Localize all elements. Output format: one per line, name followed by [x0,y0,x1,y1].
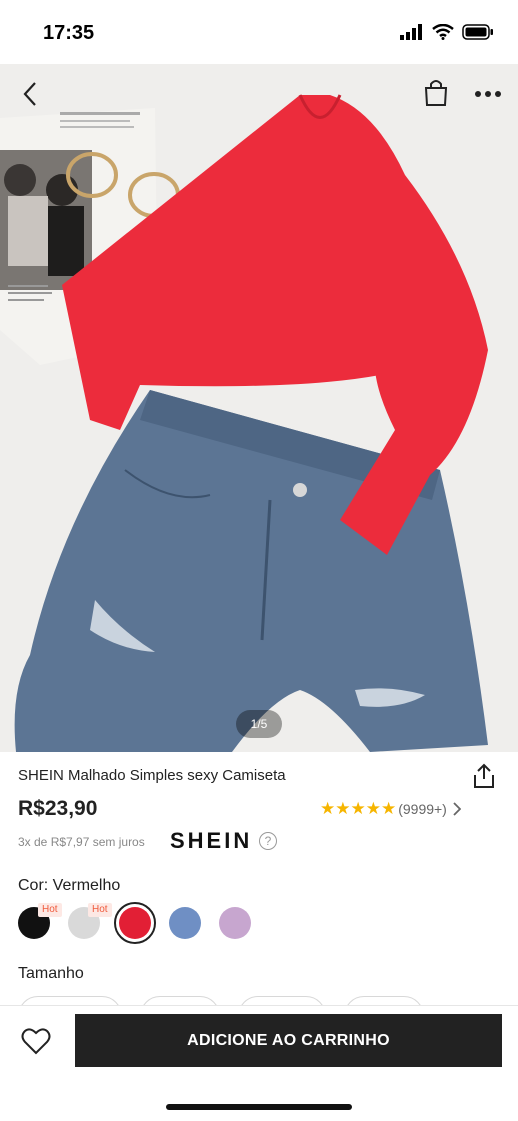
add-to-cart-button[interactable]: ADICIONE AO CARRINHO [75,1014,502,1067]
product-photo [0,94,488,752]
product-image-gallery[interactable]: 1/5 [0,64,518,752]
color-swatch-red[interactable] [114,902,156,944]
share-button[interactable] [470,762,500,790]
installments-text: 3x de R$7,97 sem juros [18,835,145,849]
status-time: 17:35 [43,22,95,44]
more-options-button[interactable] [470,78,506,110]
heart-icon [21,1028,51,1055]
rating-count: (9999+) [398,801,447,817]
battery-icon [462,24,493,40]
brand-logo: SHEIN [170,828,253,853]
rating-summary[interactable]: ★★★★★ (9999+) [320,799,461,819]
color-swatch-blue[interactable] [169,907,201,939]
size-label: Tamanho [18,965,84,982]
status-bar: 17:35 [0,0,518,64]
color-swatch-lilac[interactable] [219,907,251,939]
back-button[interactable] [14,78,46,110]
help-icon[interactable]: ? [259,832,277,850]
wifi-icon [432,24,454,40]
wishlist-button[interactable] [18,1023,54,1059]
more-icon [475,91,501,97]
share-icon [474,763,494,788]
hot-badge: Hot [38,903,62,917]
signal-icon [400,24,422,40]
product-price: R$23,90 [18,797,98,820]
status-icons [400,24,494,40]
color-label: Cor: Vermelho [18,877,121,894]
star-rating: ★★★★★ [320,799,397,818]
back-arrow-icon [23,82,36,106]
chevron-right-icon [453,802,461,816]
gallery-page-indicator: 1/5 [236,710,282,738]
shopping-bag-icon [424,80,448,106]
shopping-bag-button[interactable] [420,76,452,108]
home-indicator [166,1104,352,1110]
product-title: SHEIN Malhado Simples sexy Camiseta [18,767,286,784]
hot-badge: Hot [88,903,112,917]
